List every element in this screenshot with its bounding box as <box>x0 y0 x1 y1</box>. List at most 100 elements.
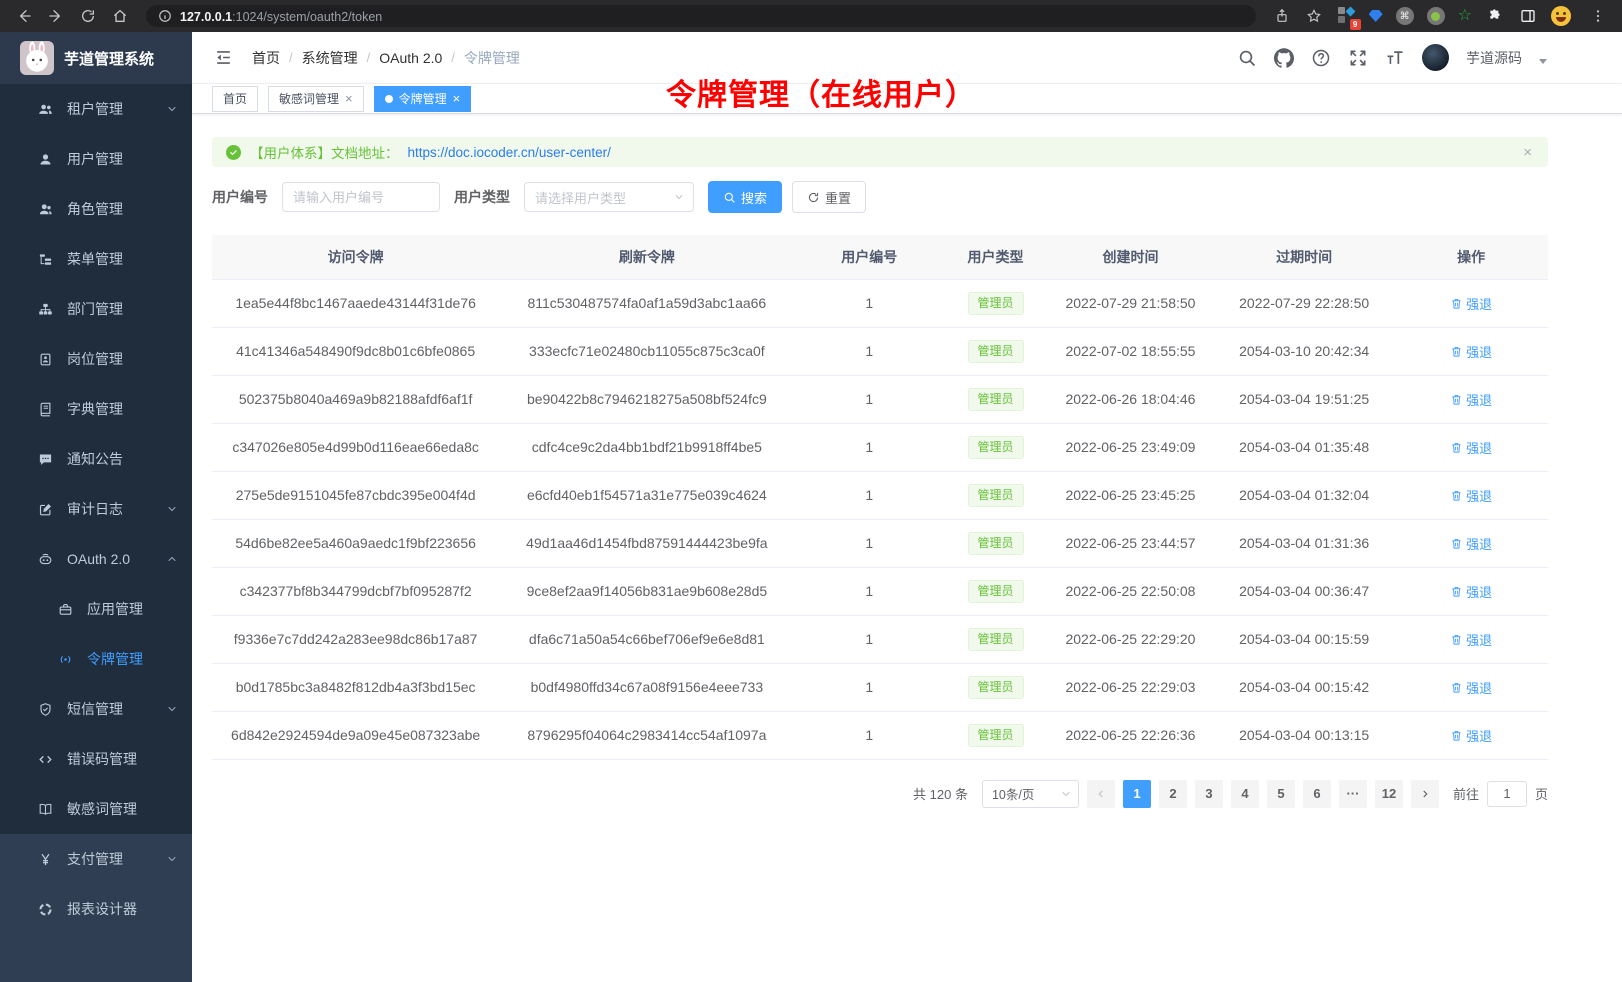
help-icon[interactable] <box>1311 48 1331 68</box>
menu-item-icon <box>38 202 53 217</box>
menu-item-icon <box>38 552 53 567</box>
user-type-tag: 管理员 <box>968 388 1024 411</box>
force-logout-button[interactable]: 强退 <box>1450 390 1492 409</box>
recorder-extension-icon[interactable] <box>1427 7 1445 25</box>
fullscreen-icon[interactable] <box>1348 48 1368 68</box>
refresh-token-cell: 8796295f04064c2983414cc54af1097a <box>499 711 794 759</box>
extension-badge: 9 <box>1350 19 1361 30</box>
user-id-cell: 1 <box>794 519 944 567</box>
user-avatar[interactable] <box>1422 44 1449 71</box>
sidebar-item[interactable]: 令牌管理 <box>0 634 192 684</box>
sidebar-item[interactable]: 短信管理 <box>0 684 192 734</box>
breadcrumb-oauth[interactable]: OAuth 2.0 <box>379 50 442 66</box>
page-button[interactable]: ··· <box>1339 780 1367 808</box>
app-logo-row[interactable]: 芋道管理系统 <box>0 32 192 84</box>
force-logout-button[interactable]: 强退 <box>1450 342 1492 361</box>
sidebar-item[interactable]: 报表设计器 <box>0 884 192 934</box>
table-row: 275e5de9151045fe87cbdc395e004f4d e6cfd40… <box>212 471 1548 519</box>
sidebar-item[interactable]: 岗位管理 <box>0 334 192 384</box>
home-icon[interactable] <box>106 4 134 28</box>
tab[interactable]: 敏感词管理 × <box>268 86 364 112</box>
force-logout-button[interactable]: 强退 <box>1450 438 1492 457</box>
reset-button[interactable]: 重置 <box>792 181 866 213</box>
page-button[interactable]: 2 <box>1159 780 1187 808</box>
browser-menu-icon[interactable] <box>1584 4 1612 28</box>
tab-close-icon[interactable]: × <box>453 92 461 105</box>
tab[interactable]: 令牌管理 × <box>374 86 472 112</box>
sidebar-item[interactable]: 应用管理 <box>0 584 192 634</box>
page-size-select[interactable]: 10条/页 <box>982 780 1079 808</box>
menu-item-icon <box>38 102 53 117</box>
gem-extension-icon[interactable] <box>1369 10 1383 22</box>
profile-avatar-icon[interactable] <box>1551 6 1571 26</box>
force-logout-button[interactable]: 强退 <box>1450 630 1492 649</box>
sidebar-item[interactable]: 字典管理 <box>0 384 192 434</box>
sidebar-item[interactable]: OAuth 2.0 <box>0 534 192 584</box>
font-size-icon[interactable] <box>1385 48 1405 68</box>
share-icon[interactable] <box>1268 4 1296 28</box>
menu-item-icon <box>38 502 53 517</box>
star-extension-icon[interactable]: ☆ <box>1458 8 1472 24</box>
force-logout-button[interactable]: 强退 <box>1450 726 1492 745</box>
breadcrumb-home[interactable]: 首页 <box>252 48 280 68</box>
sidebar-item[interactable]: 敏感词管理 <box>0 784 192 834</box>
menu-item-icon <box>38 252 53 267</box>
page-button[interactable]: 4 <box>1231 780 1259 808</box>
user-type-tag: 管理员 <box>968 676 1024 699</box>
sidebar-item[interactable]: 租户管理 <box>0 84 192 134</box>
breadcrumb-separator: / <box>451 50 455 65</box>
github-icon[interactable] <box>1274 48 1294 68</box>
tab-close-icon[interactable]: × <box>345 92 353 105</box>
user-type-select[interactable]: 请选择用户类型 <box>524 182 694 212</box>
back-icon[interactable] <box>10 4 38 28</box>
prev-page-button[interactable] <box>1087 780 1115 808</box>
sidebar-item[interactable]: 用户管理 <box>0 134 192 184</box>
doc-link[interactable]: https://doc.iocoder.cn/user-center/ <box>408 145 611 160</box>
reload-icon[interactable] <box>74 4 102 28</box>
caret-down-icon[interactable] <box>1539 59 1547 64</box>
search-button[interactable]: 搜索 <box>708 181 782 213</box>
force-logout-button[interactable]: 强退 <box>1450 678 1492 697</box>
collapse-sidebar-icon[interactable] <box>206 41 240 75</box>
cmd-extension-icon[interactable]: ⌘ <box>1396 7 1414 25</box>
extension-grid-icon[interactable]: 9 <box>1338 7 1356 25</box>
force-logout-button[interactable]: 强退 <box>1450 486 1492 505</box>
create-time-cell: 2022-06-25 22:29:03 <box>1047 663 1214 711</box>
force-logout-button[interactable]: 强退 <box>1450 582 1492 601</box>
sidebar-item[interactable]: 错误码管理 <box>0 734 192 784</box>
page-button[interactable]: 6 <box>1303 780 1331 808</box>
sidebar-item[interactable]: 部门管理 <box>0 284 192 334</box>
force-logout-button[interactable]: 强退 <box>1450 294 1492 313</box>
user-type-tag: 管理员 <box>968 628 1024 651</box>
sidebar-item-label: 应用管理 <box>87 599 143 619</box>
user-id-cell: 1 <box>794 375 944 423</box>
sidebar-item[interactable]: 审计日志 <box>0 484 192 534</box>
table-row: 54d6be82ee5a460a9aedc1f9bf223656 49d1aa4… <box>212 519 1548 567</box>
force-logout-button[interactable]: 强退 <box>1450 534 1492 553</box>
chevron-down-icon <box>1060 788 1072 800</box>
sidebar-item[interactable]: 角色管理 <box>0 184 192 234</box>
username[interactable]: 芋道源码 <box>1466 48 1522 68</box>
tab[interactable]: 首页 × <box>212 86 258 112</box>
col-create-time: 创建时间 <box>1047 235 1214 279</box>
goto-page-input[interactable] <box>1487 781 1527 807</box>
sidebar-item[interactable]: 通知公告 <box>0 434 192 484</box>
table-row: 41c41346a548490f9dc8b01c6bfe0865 333ecfc… <box>212 327 1548 375</box>
next-page-button[interactable] <box>1411 780 1439 808</box>
page-button[interactable]: 3 <box>1195 780 1223 808</box>
breadcrumb-system[interactable]: 系统管理 <box>302 48 358 68</box>
page-button[interactable]: 1 <box>1123 780 1151 808</box>
puzzle-extension-icon[interactable] <box>1485 4 1505 28</box>
sidebar-item[interactable]: 菜单管理 <box>0 234 192 284</box>
user-id-input[interactable] <box>282 182 440 212</box>
page-button[interactable]: 12 <box>1375 780 1403 808</box>
url-bar[interactable]: 127.0.0.1:1024/system/oauth2/token <box>146 5 1256 27</box>
access-token-cell: 1ea5e44f8bc1467aaede43144f31de76 <box>212 279 499 327</box>
forward-icon[interactable] <box>42 4 70 28</box>
page-button[interactable]: 5 <box>1267 780 1295 808</box>
bookmark-star-icon[interactable] <box>1300 4 1328 28</box>
alert-close-icon[interactable]: × <box>1523 144 1532 161</box>
sidebar-item[interactable]: 支付管理 <box>0 834 192 884</box>
search-icon[interactable] <box>1237 48 1257 68</box>
side-panel-icon[interactable] <box>1518 4 1538 28</box>
